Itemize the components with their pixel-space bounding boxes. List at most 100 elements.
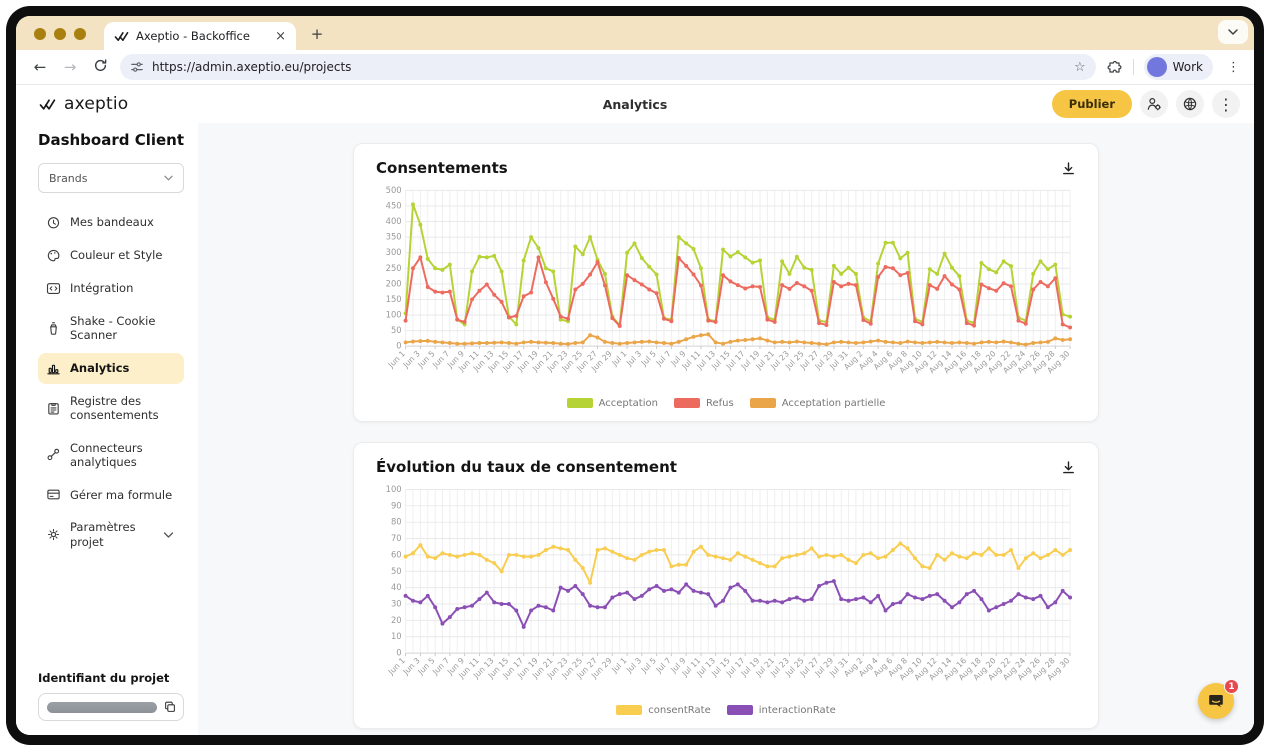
svg-text:30: 30 [391,599,402,609]
svg-text:300: 300 [386,247,402,257]
globe-icon[interactable] [1176,90,1204,118]
browser-menu-icon[interactable]: ⋮ [1223,60,1244,75]
svg-text:400: 400 [386,216,402,226]
sidebar-item-label: Connecteurs analytiques [70,441,176,470]
sidebar-item-gerer-ma-formule[interactable]: Gérer ma formule [38,479,184,510]
svg-text:0: 0 [396,341,401,351]
sidebar-item-connecteurs-analytiques[interactable]: Connecteurs analytiques [38,433,184,478]
brands-select-value: Brands [49,172,164,185]
header-menu-icon[interactable]: ⋮ [1212,90,1240,118]
brands-select[interactable]: Brands [38,163,184,193]
tab-title: Axeptio - Backoffice [136,29,266,43]
svg-text:80: 80 [391,517,402,527]
legend-item[interactable]: consentRate [616,705,711,716]
legend-swatch [750,398,776,408]
minimize-window-button[interactable] [54,28,66,40]
legend-label: Refus [706,398,734,409]
chart-title: Évolution du taux de consentement [376,458,677,476]
svg-text:100: 100 [386,310,402,320]
back-icon[interactable]: ← [30,58,50,76]
extensions-puzzle-icon[interactable] [1106,59,1123,76]
sidebar-title: Dashboard Client [38,131,184,149]
gear-icon [46,527,61,542]
register-icon [46,401,61,416]
sidebar-item-label: Shake - Cookie Scanner [70,314,176,343]
download-icon[interactable] [1061,161,1076,176]
address-bar[interactable]: https://admin.axeptio.eu/projects ☆ [120,54,1096,80]
chat-launcher[interactable]: 1 [1198,683,1234,719]
zoom-window-button[interactable] [74,28,86,40]
svg-text:10: 10 [391,631,402,641]
legend-item[interactable]: interactionRate [727,705,836,716]
app-header: axeptio Analytics Publier ⋮ [16,85,1254,123]
svg-text:350: 350 [386,232,402,242]
site-info-icon[interactable] [130,60,144,74]
sidebar-item-registre-des-consentements[interactable]: Registre des consentements [38,386,184,431]
legend-swatch [727,705,753,715]
close-window-button[interactable] [34,28,46,40]
bar-chart-icon [46,361,61,376]
user-gear-icon[interactable] [1140,90,1168,118]
legend-label: Acceptation [599,398,658,409]
copy-icon[interactable] [163,700,177,714]
svg-text:150: 150 [386,294,402,304]
reload-icon[interactable] [90,58,110,77]
chevron-down-icon [1228,29,1238,35]
plan-card-icon [46,487,61,502]
app-body: Dashboard Client Brands Mes bandeaux Cou… [16,123,1254,735]
chevron-down-icon [164,175,173,181]
legend-swatch [674,398,700,408]
sidebar-item-couleur-et-style[interactable]: Couleur et Style [38,240,184,271]
bookmark-star-icon[interactable]: ☆ [1074,60,1086,75]
tab-strip: Axeptio - Backoffice × + [16,16,1254,50]
svg-text:40: 40 [391,582,402,592]
legend-item[interactable]: Acceptation partielle [750,398,886,409]
palette-icon [46,248,61,263]
header-actions: Publier ⋮ [1052,90,1240,118]
axeptio-logo[interactable]: axeptio [38,94,128,114]
chat-badge: 1 [1224,679,1239,694]
traffic-lights[interactable] [34,28,86,40]
sidebar-item-label: Registre des consentements [70,394,176,423]
window-frame: Axeptio - Backoffice × + ← → https://adm… [6,6,1264,745]
profile-chip[interactable]: Work [1144,54,1213,80]
download-icon[interactable] [1061,460,1076,475]
sidebar-item-integration[interactable]: Intégration [38,273,184,304]
sidebar-item-shake-cookie-scanner[interactable]: Shake - Cookie Scanner [38,306,184,351]
project-id-field[interactable] [38,693,184,721]
svg-text:500: 500 [386,185,402,195]
legend-item[interactable]: Refus [674,398,734,409]
browser-tab[interactable]: Axeptio - Backoffice × [104,22,296,50]
browser-toolbar: ← → https://admin.axeptio.eu/projects ☆ … [16,50,1254,85]
profile-avatar [1147,57,1167,77]
url-text[interactable]: https://admin.axeptio.eu/projects [152,60,1066,74]
toolbar-separator [1133,59,1134,75]
new-tab-button[interactable]: + [306,25,328,43]
svg-text:250: 250 [386,263,402,273]
browser-window: Axeptio - Backoffice × + ← → https://adm… [16,16,1254,735]
legend-swatch [567,398,593,408]
sidebar-item-label: Paramètres projet [70,520,152,549]
project-id-label: Identifiant du projet [38,671,184,685]
sidebar-item-analytics[interactable]: Analytics [38,353,184,384]
double-check-icon [38,97,58,112]
tab-close-icon[interactable]: × [273,29,288,44]
svg-text:450: 450 [386,200,402,210]
legend-item[interactable]: Acceptation [567,398,658,409]
chart-legend: Acceptation Refus Acceptation partielle [376,395,1076,411]
sidebar-item-parametres-projet[interactable]: Paramètres projet [38,512,184,557]
double-check-favicon [114,30,129,43]
sidebar: Dashboard Client Brands Mes bandeaux Cou… [16,123,198,735]
svg-text:Jul 7: Jul 7 [654,656,673,675]
main-content: Consentements 05010015020025030035040045… [198,123,1254,735]
svg-text:50: 50 [391,325,402,335]
sidebar-item-mes-bandeaux[interactable]: Mes bandeaux [38,207,184,238]
legend-label: Acceptation partielle [782,398,886,409]
forward-icon[interactable]: → [60,58,80,76]
svg-text:70: 70 [391,533,402,543]
tab-search-button[interactable] [1218,20,1248,44]
svg-text:Jul 1: Jul 1 [609,656,628,675]
svg-text:0: 0 [396,648,401,658]
publish-button[interactable]: Publier [1052,90,1132,118]
svg-text:100: 100 [386,484,402,494]
